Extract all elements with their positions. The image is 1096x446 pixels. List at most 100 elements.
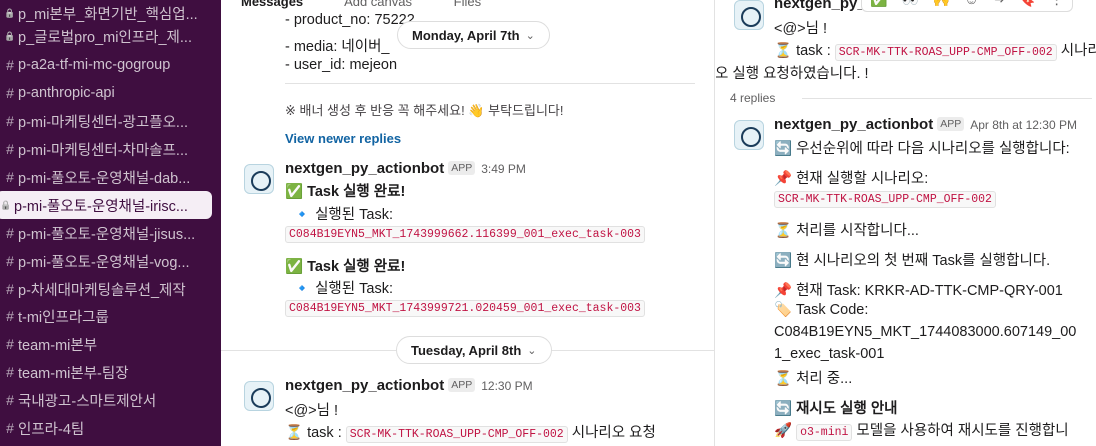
- sidebar: 🔒 p_mi본부_화면기반_핵심업... 🔒 p_글로벌pro_mi인프라_제... #…: [0, 0, 221, 446]
- chevron-down-icon: ⌄: [527, 344, 537, 357]
- timestamp[interactable]: 3:49 PM: [481, 162, 526, 176]
- raised-hands-emoji-icon[interactable]: 🙌: [933, 0, 950, 8]
- channel-name: team-mi본부: [18, 337, 98, 354]
- thread-panel: nextgen_py_a ✅ 👀 🙌 ☺ ↪ 🔖 ⋮ <@>님 ! ⏳ task…: [716, 0, 1096, 446]
- sidebar-channel-item[interactable]: # p-mi-풀오토-운영채널-jisus...: [0, 219, 221, 247]
- date-label: Monday, April 7th: [412, 27, 520, 43]
- hash-icon: #: [6, 169, 14, 185]
- channel-name: p-mi-마케팅센터-광고플오...: [18, 114, 188, 131]
- sidebar-channel-item[interactable]: # p-anthropic-api: [0, 79, 221, 107]
- channel-name: team-mi본부-팀장: [18, 365, 129, 382]
- sidebar-channel-item[interactable]: 🔒 p-mi-풀오토-운영채널-irisc...: [0, 191, 212, 219]
- timestamp[interactable]: 12:30 PM: [481, 379, 532, 393]
- hash-icon: #: [6, 57, 14, 73]
- view-newer-replies-link[interactable]: View newer replies: [285, 131, 401, 146]
- sidebar-channel-item[interactable]: # team-mi본부: [0, 330, 221, 358]
- task-code: C084B19EYN5_MKT_1743999662.116399_001_ex…: [285, 226, 645, 243]
- model-code: o3-mini: [796, 424, 853, 441]
- date-divider-pill[interactable]: Monday, April 7th ⌄: [397, 21, 550, 49]
- thread-parent-sender: nextgen_py_a: [774, 0, 874, 12]
- sidebar-channel-item[interactable]: # p-a2a-tf-mi-mc-gogroup: [0, 51, 221, 79]
- sidebar-channel-item[interactable]: # p-mi-풀오토-운영채널-vog...: [0, 247, 221, 275]
- message-divider: [285, 83, 695, 84]
- reply-header: nextgen_py_actionbot APP Apr 8th at 12:30 …: [774, 116, 1077, 133]
- reply-line: 🔄 현 시나리오의 첫 번째 Task를 실행합니다.: [774, 253, 1051, 269]
- sender-name[interactable]: nextgen_py_actionbot: [774, 116, 933, 133]
- eyes-emoji-icon[interactable]: 👀: [901, 0, 918, 8]
- sidebar-channel-item[interactable]: # team-mi본부-팀장: [0, 358, 221, 386]
- sidebar-channel-item[interactable]: # p-mi-마케팅센터-차마솔프...: [0, 135, 221, 163]
- lock-icon: 🔒: [0, 199, 12, 210]
- bot-avatar[interactable]: [244, 164, 274, 194]
- message-line-product: - product_no: 75222: [285, 12, 415, 28]
- hash-icon: #: [6, 253, 14, 269]
- bookmark-icon[interactable]: 🔖: [1018, 0, 1035, 8]
- channel-name: p-a2a-tf-mi-mc-gogroup: [18, 57, 171, 73]
- date-divider-pill[interactable]: Tuesday, April 8th ⌄: [396, 336, 552, 364]
- bot-avatar[interactable]: [734, 120, 764, 150]
- message-task-line: ⏳ task : SCR-MK-TTK-ROAS_UPP-CMP_OFF-002…: [285, 421, 656, 443]
- date-label: Tuesday, April 8th: [411, 342, 522, 358]
- retry-title: 🔄 재시도 실행 안내: [774, 401, 898, 417]
- tab-messages[interactable]: Messages: [241, 0, 303, 9]
- sidebar-channel-item[interactable]: # 인프라-4팀: [0, 414, 221, 442]
- add-reaction-icon[interactable]: ☺: [964, 0, 978, 7]
- chevron-down-icon: ⌄: [525, 29, 535, 42]
- rocket-icon: 🚀: [774, 423, 797, 439]
- message-line-user: - user_id: mejeon: [285, 57, 398, 73]
- message-pane: Messages Add canvas Files - product_no: …: [221, 0, 715, 446]
- app-badge: APP: [448, 378, 476, 392]
- scenario-code: SCR-MK-TTK-ROAS_UPP-CMP_OFF-002: [834, 44, 1057, 61]
- sender-name[interactable]: nextgen_py_a: [774, 0, 874, 12]
- reply-line: ⏳ 처리 중...: [774, 371, 853, 387]
- task-label: 🔹 실행된 Task:: [293, 281, 393, 297]
- hash-icon: #: [6, 225, 14, 241]
- check-emoji-icon[interactable]: ✅: [870, 0, 887, 8]
- bot-avatar[interactable]: [734, 0, 764, 30]
- sidebar-channel-item[interactable]: # t-mi인프라그룹: [0, 302, 221, 330]
- message-hover-actions: ✅ 👀 🙌 ☺ ↪ 🔖 ⋮: [861, 0, 1073, 12]
- sidebar-channel-item[interactable]: # p-차세대마케팅솔루션_제작: [0, 275, 221, 303]
- bot-avatar[interactable]: [244, 381, 274, 411]
- reply-count: 4 replies: [730, 91, 776, 105]
- channel-name: t-mi인프라그룹: [18, 309, 109, 326]
- channel-name: p-mi-풀오토-운영채널-vog...: [18, 254, 190, 271]
- hash-icon: #: [6, 85, 14, 101]
- message-header: nextgen_py_actionbot APP 3:49 PM: [285, 160, 526, 177]
- message-line-media: - media: 네이버_: [285, 39, 390, 55]
- app-badge: APP: [448, 161, 476, 175]
- task-complete-title: ✅ Task 실행 완료!: [285, 184, 406, 200]
- message-line: <@>님 !: [285, 403, 339, 419]
- sidebar-channel-item[interactable]: 🔒 p_글로벌pro_mi인프라_제...: [0, 22, 221, 50]
- reply-line: C084B19EYN5_MKT_1744083000.607149_00: [774, 324, 1077, 340]
- scenario-code: SCR-MK-TTK-ROAS_UPP-CMP_OFF-002: [774, 191, 996, 208]
- reply-line: 📌 현재 실행할 시나리오:: [774, 171, 929, 187]
- thread-parent-task: ⏳ task : SCR-MK-TTK-ROAS_UPP-CMP_OFF-002…: [774, 39, 1096, 61]
- channel-tabs: Messages Add canvas Files: [241, 0, 519, 9]
- share-icon[interactable]: ↪: [993, 0, 1005, 8]
- hash-icon: #: [6, 336, 14, 352]
- tab-add-canvas[interactable]: Add canvas: [344, 0, 412, 9]
- task-suffix: 시나리: [1060, 43, 1096, 59]
- tab-files[interactable]: Files: [454, 0, 481, 9]
- sender-name[interactable]: nextgen_py_actionbot: [285, 377, 444, 394]
- reply-line: 📌 현재 Task: KRKR-AD-TTK-CMP-QRY-001: [774, 283, 1063, 299]
- sidebar-channel-item[interactable]: # p-mi-마케팅센터-광고플오...: [0, 107, 221, 135]
- sidebar-channel-item[interactable]: # p-mi-풀오토-운영채널-dab...: [0, 163, 221, 191]
- hash-icon: #: [6, 141, 14, 157]
- task-prefix: ⏳ task :: [285, 425, 346, 441]
- channel-name: p-mi-풀오토-운영채널-irisc...: [14, 198, 188, 215]
- sender-name[interactable]: nextgen_py_actionbot: [285, 160, 444, 177]
- reply-divider: [802, 98, 1092, 99]
- message-note: ※ 배너 생성 후 반응 꼭 해주세요! 👋 부탁드립니다!: [285, 103, 564, 118]
- thread-parent-line: 오 실행 요청하였습니다. !: [716, 66, 869, 82]
- reply-line: 🔄 우선순위에 따라 다음 시나리오를 실행합니다:: [774, 141, 1070, 157]
- message-header: nextgen_py_actionbot APP 12:30 PM: [285, 377, 533, 394]
- channel-name: p-anthropic-api: [18, 85, 115, 101]
- hash-icon: #: [6, 364, 14, 380]
- sidebar-channel-item[interactable]: # 국내광고-스마트제안서: [0, 386, 221, 414]
- timestamp[interactable]: Apr 8th at 12:30 PM: [970, 118, 1077, 132]
- channel-name: p_mi본부_화면기반_핵심업...: [18, 6, 198, 23]
- reply-line: 🚀 o3-mini 모델을 사용하여 재시도를 진행합니: [774, 419, 1069, 441]
- more-actions-icon[interactable]: ⋮: [1050, 0, 1064, 8]
